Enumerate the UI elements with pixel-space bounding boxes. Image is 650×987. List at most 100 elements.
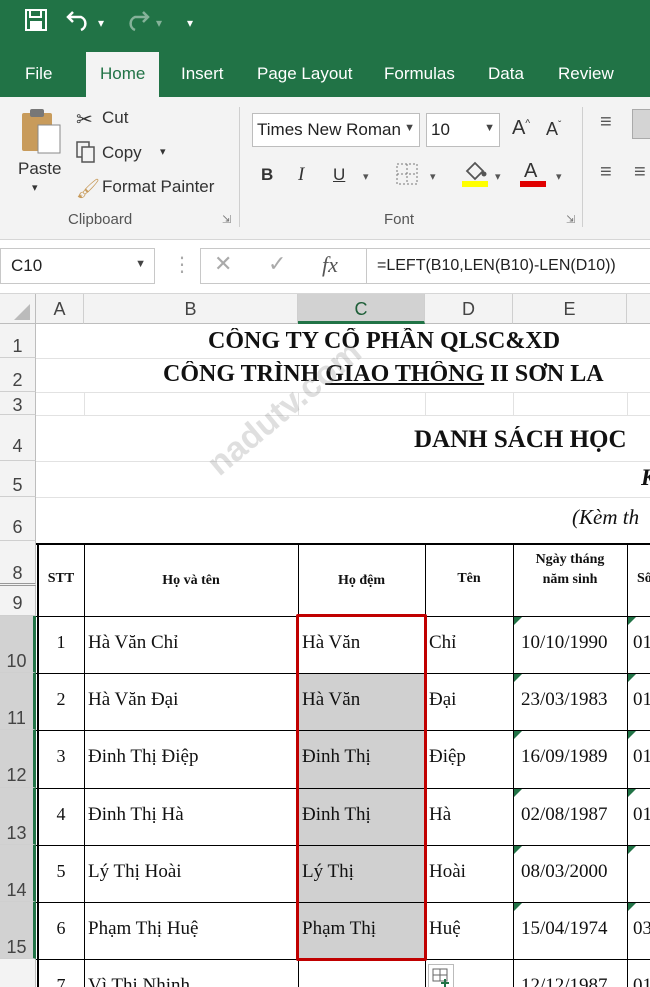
row-header-8[interactable]: 8 — [0, 541, 36, 586]
full-name-cell[interactable]: Đinh Thị Hà — [88, 804, 184, 826]
cut-icon[interactable]: ✂ — [76, 107, 93, 132]
row-header-13[interactable]: 13 — [0, 788, 36, 845]
format-painter-icon[interactable]: 🖌 — [76, 177, 100, 201]
quick-analysis-icon[interactable] — [428, 964, 454, 987]
tab-review[interactable]: Review — [558, 64, 614, 84]
next-cell[interactable]: 01 — [633, 804, 650, 826]
full-name-cell[interactable]: Hà Văn Đại — [88, 689, 178, 711]
row-header-3[interactable]: 3 — [0, 392, 36, 415]
row-header-4[interactable]: 4 — [0, 415, 36, 461]
row-header-11[interactable]: 11 — [0, 673, 36, 730]
undo-dropdown-icon[interactable]: ▾ — [98, 8, 104, 38]
first-name-cell[interactable]: Điệp — [429, 746, 466, 768]
align-top-icon[interactable]: ≡ — [600, 111, 612, 134]
column-header-b[interactable]: B — [84, 294, 298, 324]
row-header-16[interactable] — [0, 959, 36, 987]
fill-color-icon[interactable] — [462, 159, 488, 191]
undo-icon[interactable] — [66, 8, 92, 41]
full-name-cell[interactable]: Hà Văn Chỉ — [88, 632, 178, 654]
row-header-10[interactable]: 10 — [0, 616, 36, 673]
row-header-15[interactable]: 15 — [0, 902, 36, 959]
next-cell[interactable]: 03 — [633, 918, 650, 940]
first-name-cell[interactable]: Chỉ — [429, 632, 456, 654]
column-header-e[interactable]: E — [513, 294, 627, 324]
paste-icon[interactable] — [18, 107, 62, 155]
next-cell[interactable]: 01 — [633, 746, 650, 768]
underline-button[interactable]: U — [333, 165, 345, 185]
stt-cell[interactable]: 5 — [38, 861, 84, 882]
dob-cell[interactable]: 16/09/1989 — [521, 746, 608, 768]
full-name-cell[interactable]: Phạm Thị Huệ — [88, 918, 198, 940]
row-header-1[interactable]: 1 — [0, 324, 36, 358]
row-header-6[interactable]: 6 — [0, 497, 36, 541]
redo-dropdown-icon[interactable]: ▾ — [156, 8, 162, 38]
row-header-14[interactable]: 14 — [0, 845, 36, 902]
copy-icon[interactable] — [76, 141, 96, 167]
increase-font-size-icon[interactable]: A^ — [512, 117, 530, 140]
dob-cell[interactable]: 08/03/2000 — [521, 861, 608, 883]
tab-file[interactable]: File — [25, 64, 52, 84]
clipboard-launcher-icon[interactable]: ⇲ — [222, 213, 231, 226]
row-header-12[interactable]: 12 — [0, 730, 36, 788]
borders-dropdown-icon[interactable]: ▾ — [430, 170, 436, 183]
tab-formulas[interactable]: Formulas — [384, 64, 455, 84]
stt-cell[interactable]: 4 — [38, 804, 84, 825]
insert-function-icon[interactable]: fx — [322, 252, 338, 278]
next-cell[interactable]: 01 — [633, 689, 650, 711]
first-name-cell[interactable]: Hoài — [429, 861, 466, 883]
name-box[interactable]: C10 ▼ — [0, 248, 155, 284]
borders-icon[interactable] — [396, 163, 418, 189]
paste-dropdown-icon[interactable]: ▾ — [32, 181, 38, 194]
paste-button[interactable]: Paste — [18, 159, 61, 179]
tab-home[interactable]: Home — [86, 52, 160, 97]
column-header-f[interactable] — [627, 294, 650, 324]
dob-cell[interactable]: 23/03/1983 — [521, 689, 608, 711]
first-name-cell[interactable]: Huệ — [429, 918, 461, 940]
tab-page-layout[interactable]: Page Layout — [257, 64, 352, 84]
font-name-combo[interactable]: Times New Roman ▼ — [252, 113, 420, 147]
font-size-combo[interactable]: 10 ▼ — [426, 113, 500, 147]
stt-cell[interactable]: 1 — [38, 632, 84, 653]
dob-cell[interactable]: 15/04/1974 — [521, 918, 608, 940]
next-cell[interactable]: 01 — [633, 632, 650, 654]
tab-data[interactable]: Data — [488, 64, 524, 84]
save-icon[interactable] — [24, 8, 48, 41]
column-header-c[interactable]: C — [298, 294, 425, 324]
row-header-2[interactable]: 2 — [0, 358, 36, 392]
cancel-icon[interactable]: ✕ — [214, 252, 232, 277]
column-header-d[interactable]: D — [425, 294, 513, 324]
first-name-cell[interactable]: Hà — [429, 804, 451, 826]
align-middle-icon[interactable] — [632, 109, 650, 139]
fill-color-dropdown-icon[interactable]: ▾ — [495, 170, 501, 183]
italic-button[interactable]: I — [298, 164, 304, 186]
enter-icon[interactable]: ✓ — [268, 252, 286, 277]
tab-insert[interactable]: Insert — [181, 64, 224, 84]
align-center-icon[interactable]: ≡ — [634, 161, 646, 184]
bold-button[interactable]: B — [261, 165, 273, 185]
format-painter-button[interactable]: Format Painter — [102, 177, 214, 197]
first-name-cell[interactable]: Đại — [429, 689, 456, 711]
cut-button[interactable]: Cut — [102, 108, 128, 128]
full-name-cell[interactable]: Đinh Thị Điệp — [88, 746, 198, 768]
stt-cell[interactable]: 2 — [38, 689, 84, 710]
chevron-down-icon[interactable]: ▼ — [135, 258, 146, 270]
decrease-font-size-icon[interactable]: Aˇ — [546, 119, 561, 140]
full-name-cell[interactable]: Lý Thị Hoài — [88, 861, 182, 883]
customize-qat-icon[interactable]: ▾ — [187, 8, 193, 38]
font-color-icon[interactable]: A — [520, 159, 546, 191]
copy-dropdown-icon[interactable]: ▾ — [160, 145, 166, 158]
stt-cell[interactable]: 3 — [38, 746, 84, 767]
row-header-9[interactable]: 9 — [0, 586, 36, 616]
formula-input[interactable]: =LEFT(B10,LEN(B10)-LEN(D10)) — [366, 248, 650, 284]
underline-dropdown-icon[interactable]: ▾ — [363, 170, 369, 183]
dob-cell[interactable]: 10/10/1990 — [521, 632, 608, 654]
select-all-corner[interactable] — [0, 294, 36, 324]
row-header-5[interactable]: 5 — [0, 461, 36, 497]
copy-button[interactable]: Copy — [102, 143, 142, 163]
font-launcher-icon[interactable]: ⇲ — [566, 213, 575, 226]
align-left-icon[interactable]: ≡ — [600, 161, 612, 184]
column-header-a[interactable]: A — [36, 294, 84, 324]
stt-cell[interactable]: 6 — [38, 918, 84, 939]
dob-cell[interactable]: 02/08/1987 — [521, 804, 608, 826]
font-color-dropdown-icon[interactable]: ▾ — [556, 170, 562, 183]
